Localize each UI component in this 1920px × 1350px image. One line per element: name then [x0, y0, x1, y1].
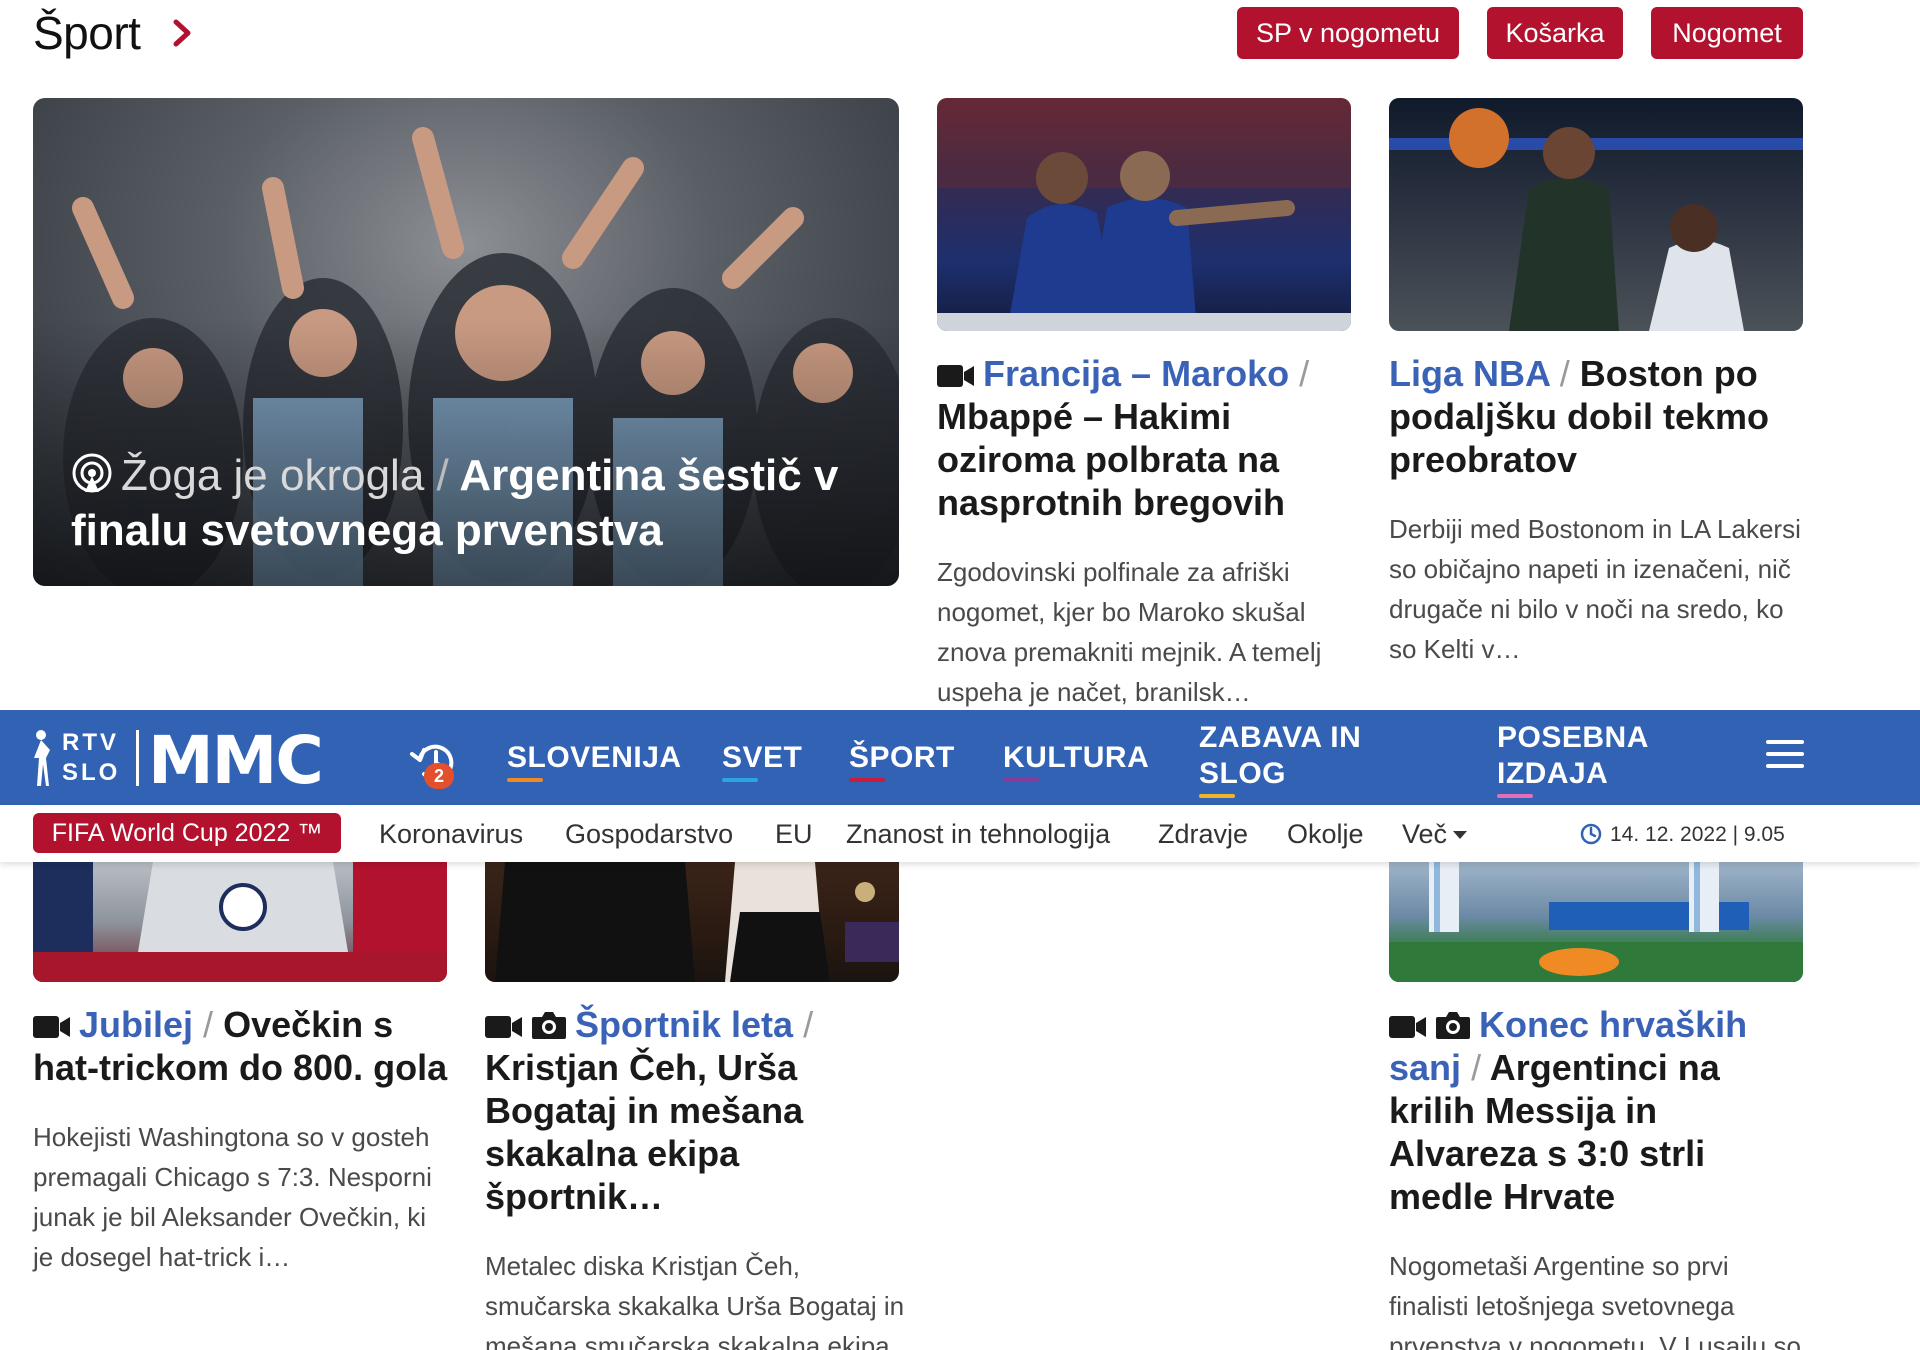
- awards-image: [495, 862, 899, 982]
- article-sportnik-leta[interactable]: Športnik leta / Kristjan Čeh, Urša Bogat…: [485, 1003, 905, 1350]
- subnav-item-zdravje[interactable]: Zdravje: [1158, 817, 1248, 851]
- article-separator: /: [1559, 353, 1570, 394]
- logo-divider: [136, 730, 139, 786]
- logo-rtv-slo: RTV SLO: [62, 728, 120, 788]
- hero-separator: /: [436, 451, 449, 500]
- video-icon: [937, 365, 974, 387]
- nav-underline: [1497, 794, 1533, 798]
- nav-item-zabava-in-slog[interactable]: ZABAVA IN SLOG: [1199, 720, 1399, 798]
- article-title[interactable]: Francija – Maroko / Mbappé – Hakimi ozir…: [937, 352, 1357, 524]
- article-separator: /: [1299, 353, 1310, 394]
- current-date: 14. 12. 2022 | 9.05: [1580, 822, 1785, 848]
- logo-mmc-text: MMC: [148, 722, 324, 799]
- chip-nogomet[interactable]: Nogomet: [1651, 7, 1803, 59]
- article-description[interactable]: Metalec diska Kristjan Čeh, smučarska sk…: [485, 1246, 905, 1350]
- nav-underline: [507, 778, 543, 782]
- video-icon: [485, 1016, 522, 1038]
- football-image: [1389, 862, 1803, 982]
- section-title[interactable]: Šport: [33, 6, 141, 60]
- article-separator: /: [1471, 1047, 1482, 1088]
- article-image-konec-hrvaskih-sanj[interactable]: [1389, 862, 1803, 982]
- nav-item-sport[interactable]: ŠPORT: [849, 740, 955, 782]
- article-headline[interactable]: Mbappé – Hakimi oziroma polbrata na nasp…: [937, 396, 1285, 523]
- nav-item-label: ZABAVA IN SLOG: [1199, 721, 1362, 790]
- logo-figure-icon: [34, 730, 50, 786]
- nav-item-label: SVET: [722, 741, 803, 774]
- article-separator: /: [203, 1004, 214, 1045]
- article-kicker[interactable]: Športnik leta: [575, 1004, 793, 1045]
- article-headline[interactable]: Kristjan Čeh, Urša Bogataj in mešana ska…: [485, 1047, 803, 1217]
- article-kicker[interactable]: Francija – Maroko: [983, 353, 1289, 394]
- nav-item-label: KULTURA: [1003, 741, 1150, 774]
- nav-underline: [1199, 794, 1235, 798]
- hero-card[interactable]: Žoga je okrogla / Argentina šestič v fin…: [33, 98, 899, 586]
- nav-item-slovenija[interactable]: SLOVENIJA: [507, 740, 682, 782]
- history-badge: 2: [424, 763, 454, 789]
- article-jubilej[interactable]: Jubilej / Ovečkin s hat-trickom do 800. …: [33, 1003, 453, 1277]
- article-separator: /: [803, 1004, 814, 1045]
- article-image-liga-nba[interactable]: [1389, 98, 1803, 331]
- chip-kosarka[interactable]: Košarka: [1487, 7, 1623, 59]
- article-image-jubilej[interactable]: [33, 862, 447, 982]
- chevron-right-icon[interactable]: [165, 16, 199, 50]
- camera-icon: [1436, 1012, 1470, 1039]
- main-nav: RTV SLO MMC 2 SLOVENIJA SVET ŠPORT KULTU…: [0, 710, 1920, 805]
- podcast-icon: [72, 453, 112, 493]
- article-title[interactable]: Športnik leta / Kristjan Čeh, Urša Bogat…: [485, 1003, 905, 1218]
- article-francija-maroko[interactable]: Francija – Maroko / Mbappé – Hakimi ozir…: [937, 352, 1357, 712]
- clock-icon: [1580, 823, 1602, 845]
- article-kicker[interactable]: Liga NBA: [1389, 353, 1550, 394]
- subnav-item-koronavirus[interactable]: Koronavirus: [379, 817, 523, 851]
- nav-item-label: ŠPORT: [849, 741, 955, 774]
- article-description[interactable]: Hokejisti Washingtona so v gosteh premag…: [33, 1117, 453, 1277]
- nav-underline: [722, 778, 758, 782]
- chip-sp-nogomet[interactable]: SP v nogometu: [1237, 7, 1459, 59]
- article-title[interactable]: Liga NBA / Boston po podaljšku dobil tek…: [1389, 352, 1803, 481]
- caret-down-icon: [1453, 831, 1468, 839]
- nav-item-label: POSEBNA IZDAJA: [1497, 721, 1648, 790]
- nba-image: [1389, 108, 1803, 331]
- article-title[interactable]: Konec hrvaških sanj / Argentinci na kril…: [1389, 1003, 1809, 1218]
- nav-item-posebna-izdaja[interactable]: POSEBNA IZDAJA: [1497, 720, 1677, 798]
- subnav-item-vec[interactable]: Več: [1402, 817, 1468, 851]
- subnav-item-eu[interactable]: EU: [775, 817, 813, 851]
- rtv-mmc-logo[interactable]: RTV SLO MMC: [30, 722, 340, 799]
- article-description[interactable]: Derbiji med Bostonom in LA Lakersi so ob…: [1389, 509, 1803, 669]
- nav-item-label: SLOVENIJA: [507, 741, 682, 774]
- subnav-item-gospodarstvo[interactable]: Gospodarstvo: [565, 817, 733, 851]
- subnav-fifa-world-cup[interactable]: FIFA World Cup 2022 ™: [33, 813, 341, 853]
- nav-item-kultura[interactable]: KULTURA: [1003, 740, 1149, 782]
- article-liga-nba[interactable]: Liga NBA / Boston po podaljšku dobil tek…: [1389, 352, 1803, 669]
- subnav-vec-label: Več: [1402, 819, 1448, 849]
- psg-image: [937, 98, 1351, 331]
- logo-rtv-text: RTV: [62, 729, 119, 756]
- sub-nav: FIFA World Cup 2022 ™ Koronavirus Gospod…: [0, 805, 1920, 862]
- article-image-sportnik-leta[interactable]: [485, 862, 899, 982]
- nav-underline: [849, 778, 885, 782]
- hockey-image: [33, 862, 447, 982]
- menu-icon[interactable]: [1766, 740, 1804, 772]
- subnav-item-okolje[interactable]: Okolje: [1287, 817, 1364, 851]
- video-icon: [33, 1016, 70, 1038]
- subnav-item-znanost[interactable]: Znanost in tehnologija: [846, 817, 1110, 851]
- article-description[interactable]: Nogometaši Argentine so prvi finalisti l…: [1389, 1246, 1809, 1350]
- section-header: Šport SP v nogometu Košarka Nogomet: [33, 4, 1803, 64]
- article-image-francija-maroko[interactable]: [937, 98, 1351, 331]
- logo-slo-text: SLO: [62, 759, 121, 786]
- nav-underline: [1003, 778, 1039, 782]
- video-icon: [1389, 1016, 1426, 1038]
- date-text: 14. 12. 2022 | 9.05: [1610, 823, 1785, 846]
- article-description[interactable]: Zgodovinski polfinale za afriški nogomet…: [937, 552, 1357, 712]
- article-konec-hrvaskih-sanj[interactable]: Konec hrvaških sanj / Argentinci na kril…: [1389, 1003, 1809, 1350]
- nav-item-svet[interactable]: SVET: [722, 740, 802, 782]
- hero-kicker[interactable]: Žoga je okrogla: [121, 451, 424, 500]
- article-title[interactable]: Jubilej / Ovečkin s hat-trickom do 800. …: [33, 1003, 453, 1089]
- article-kicker[interactable]: Jubilej: [79, 1004, 193, 1045]
- hero-title[interactable]: Žoga je okrogla / Argentina šestič v fin…: [71, 448, 869, 558]
- camera-icon: [532, 1012, 566, 1039]
